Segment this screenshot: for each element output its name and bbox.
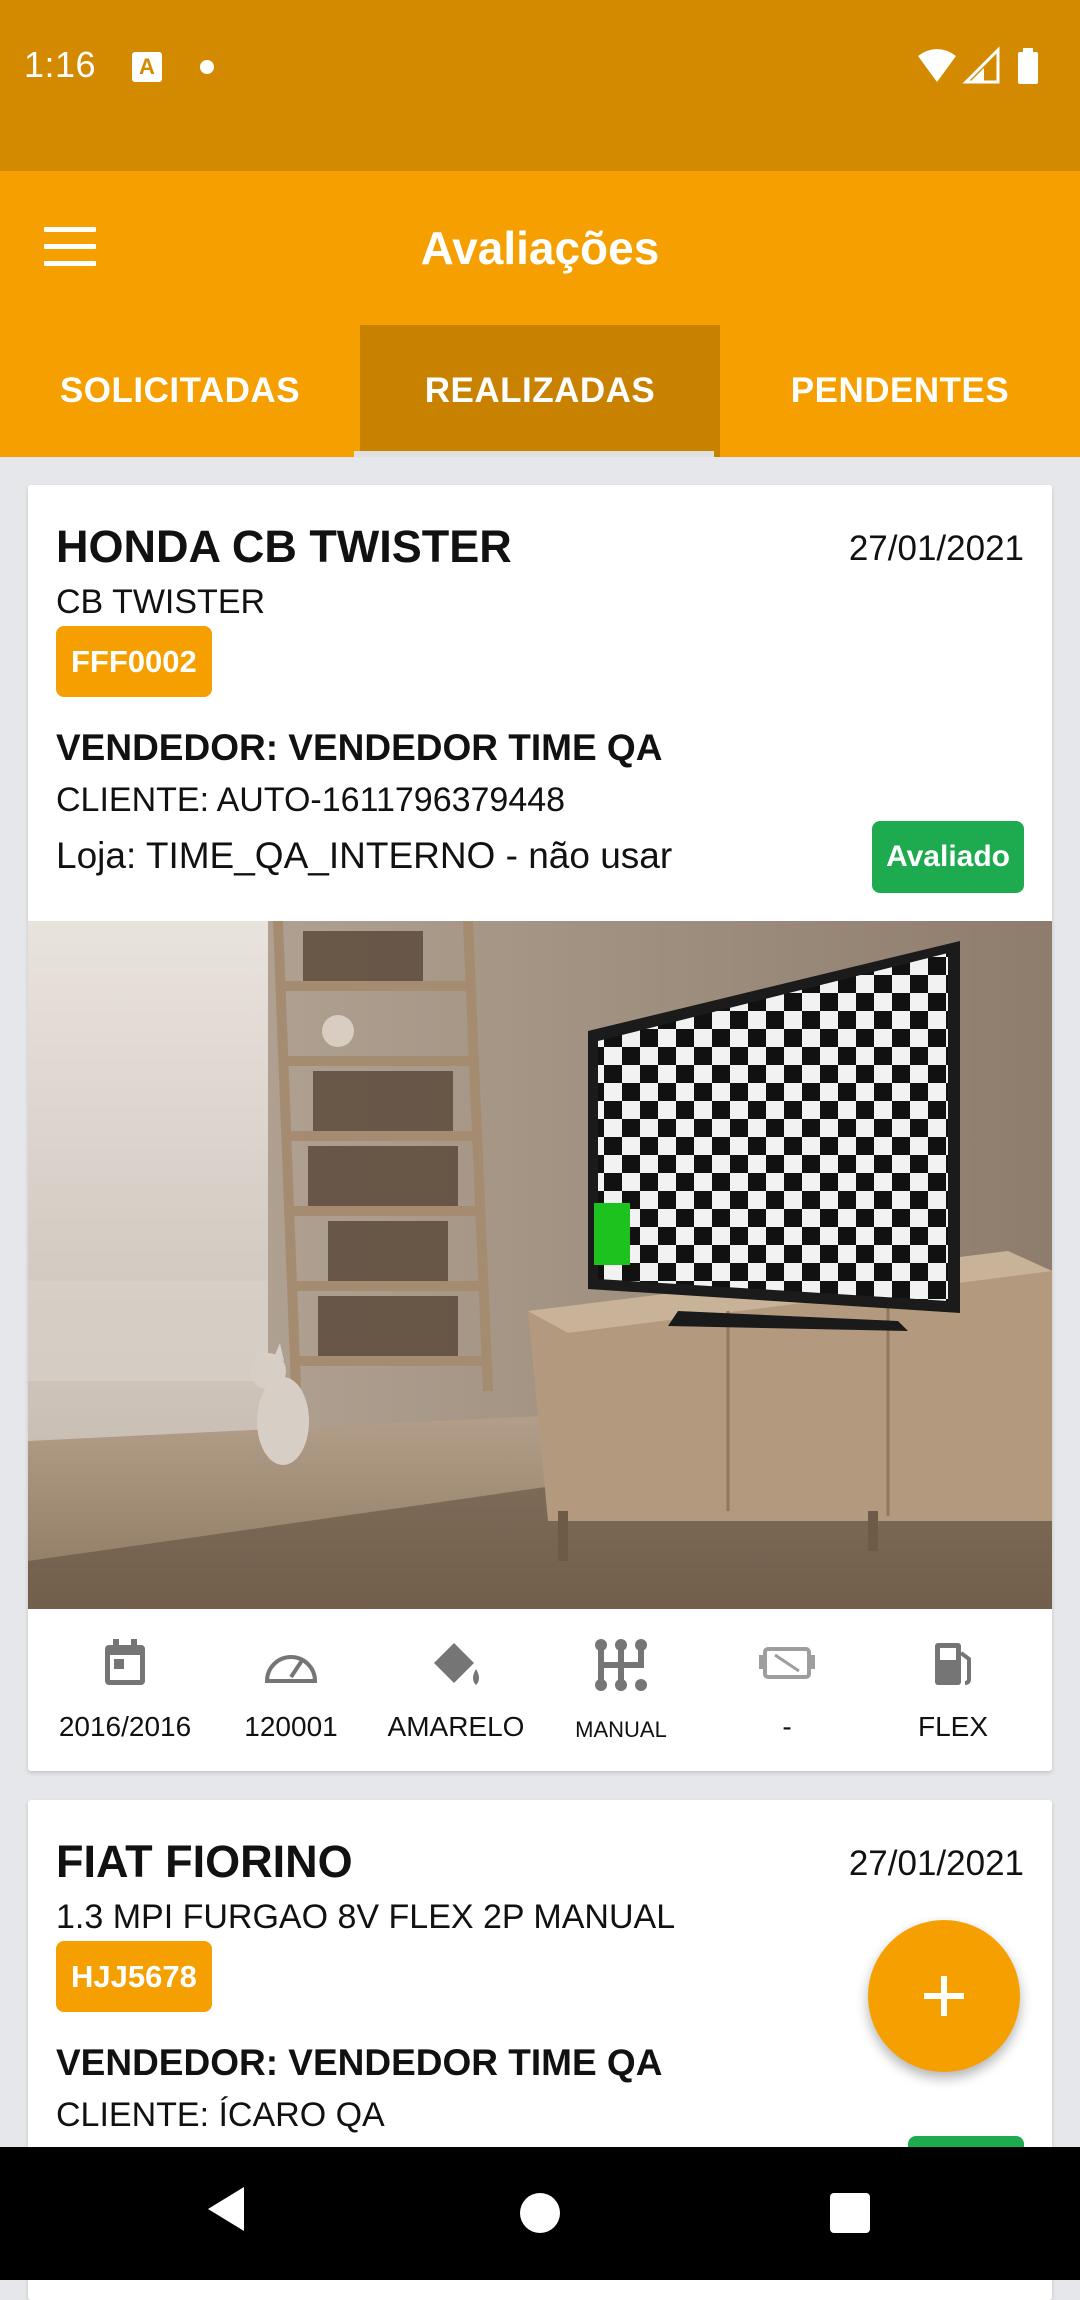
spec-year: 2016/2016	[40, 1609, 210, 1771]
vehicle-specs: 2016/2016 120001 AMARELO MANUAL - FLEX	[28, 1609, 1052, 1771]
spec-color-value: AMARELO	[387, 1711, 525, 1742]
tab-solicitadas[interactable]: SOLICITADAS	[0, 325, 360, 457]
page-title: Avaliações	[420, 222, 660, 274]
system-nav-bar	[0, 2147, 1080, 2280]
vehicle-title: HONDA CB TWISTER	[56, 521, 512, 572]
status-icons	[918, 46, 1038, 84]
paint-bucket-icon	[434, 1643, 479, 1685]
vehicle-photo	[28, 921, 1052, 1609]
tab-indicator	[354, 451, 714, 457]
seller-text: VENDEDOR: VENDEDOR TIME QA	[56, 727, 663, 768]
add-evaluation-button[interactable]	[868, 1920, 1020, 2072]
evaluation-card[interactable]: HONDA CB TWISTER 27/01/2021 CB TWISTER F…	[28, 485, 1052, 1771]
notification-icon: A	[132, 52, 162, 82]
spec-fuel: FLEX	[868, 1609, 1038, 1771]
tab-realizadas[interactable]: REALIZADAS	[360, 325, 720, 457]
spec-body-value: -	[782, 1711, 792, 1742]
home-icon[interactable]	[520, 2193, 560, 2233]
speedometer-icon	[264, 1655, 318, 1683]
app-bar: Avaliações SOLICITADAS REALIZADAS PENDEN…	[0, 171, 1080, 457]
spec-color: AMARELO	[371, 1609, 541, 1771]
vehicle-model: 1.3 MPI FURGAO 8V FLEX 2P MANUAL	[56, 1898, 676, 1936]
plate-badge: FFF0002	[56, 626, 212, 697]
client-text: CLIENTE: AUTO-1611796379448	[56, 781, 566, 819]
spec-fuel-value: FLEX	[917, 1711, 989, 1742]
tab-bar: SOLICITADAS REALIZADAS PENDENTES	[0, 325, 1080, 457]
fuel-pump-icon	[935, 1643, 971, 1685]
wifi-icon	[918, 49, 956, 82]
plate-badge: HJJ5678	[56, 1941, 212, 2012]
evaluation-date: 27/01/2021	[848, 529, 1024, 568]
notification-dot-icon	[200, 60, 214, 74]
car-side-icon	[759, 1647, 815, 1679]
tab-pendentes[interactable]: PENDENTES	[720, 325, 1080, 457]
status-time: 1:16	[24, 44, 97, 85]
store-text: Loja: TIME_QA_INTERNO - não usar	[56, 835, 673, 876]
spec-year-value: 2016/2016	[58, 1711, 192, 1742]
calendar-icon	[105, 1639, 145, 1685]
seller-text: VENDEDOR: VENDEDOR TIME QA	[56, 2042, 663, 2083]
spec-mileage: 120001	[206, 1609, 376, 1771]
back-icon[interactable]	[206, 2185, 246, 2233]
client-text: CLIENTE: ÍCARO QA	[56, 2096, 385, 2134]
status-badge: Avaliado	[872, 821, 1024, 893]
recents-icon[interactable]	[830, 2193, 870, 2233]
battery-icon	[1018, 52, 1038, 84]
spec-transmission: MANUAL	[536, 1609, 706, 1771]
vehicle-model: CB TWISTER	[56, 583, 266, 621]
spec-body: -	[702, 1609, 872, 1771]
evaluation-date: 27/01/2021	[848, 1844, 1024, 1883]
gearshift-icon	[595, 1639, 647, 1691]
status-bar: 1:16 A	[0, 0, 1080, 171]
vehicle-title: FIAT FIORINO	[56, 1836, 353, 1887]
spec-mileage-value: 120001	[244, 1711, 338, 1742]
spec-transmission-value: MANUAL	[575, 1717, 667, 1742]
